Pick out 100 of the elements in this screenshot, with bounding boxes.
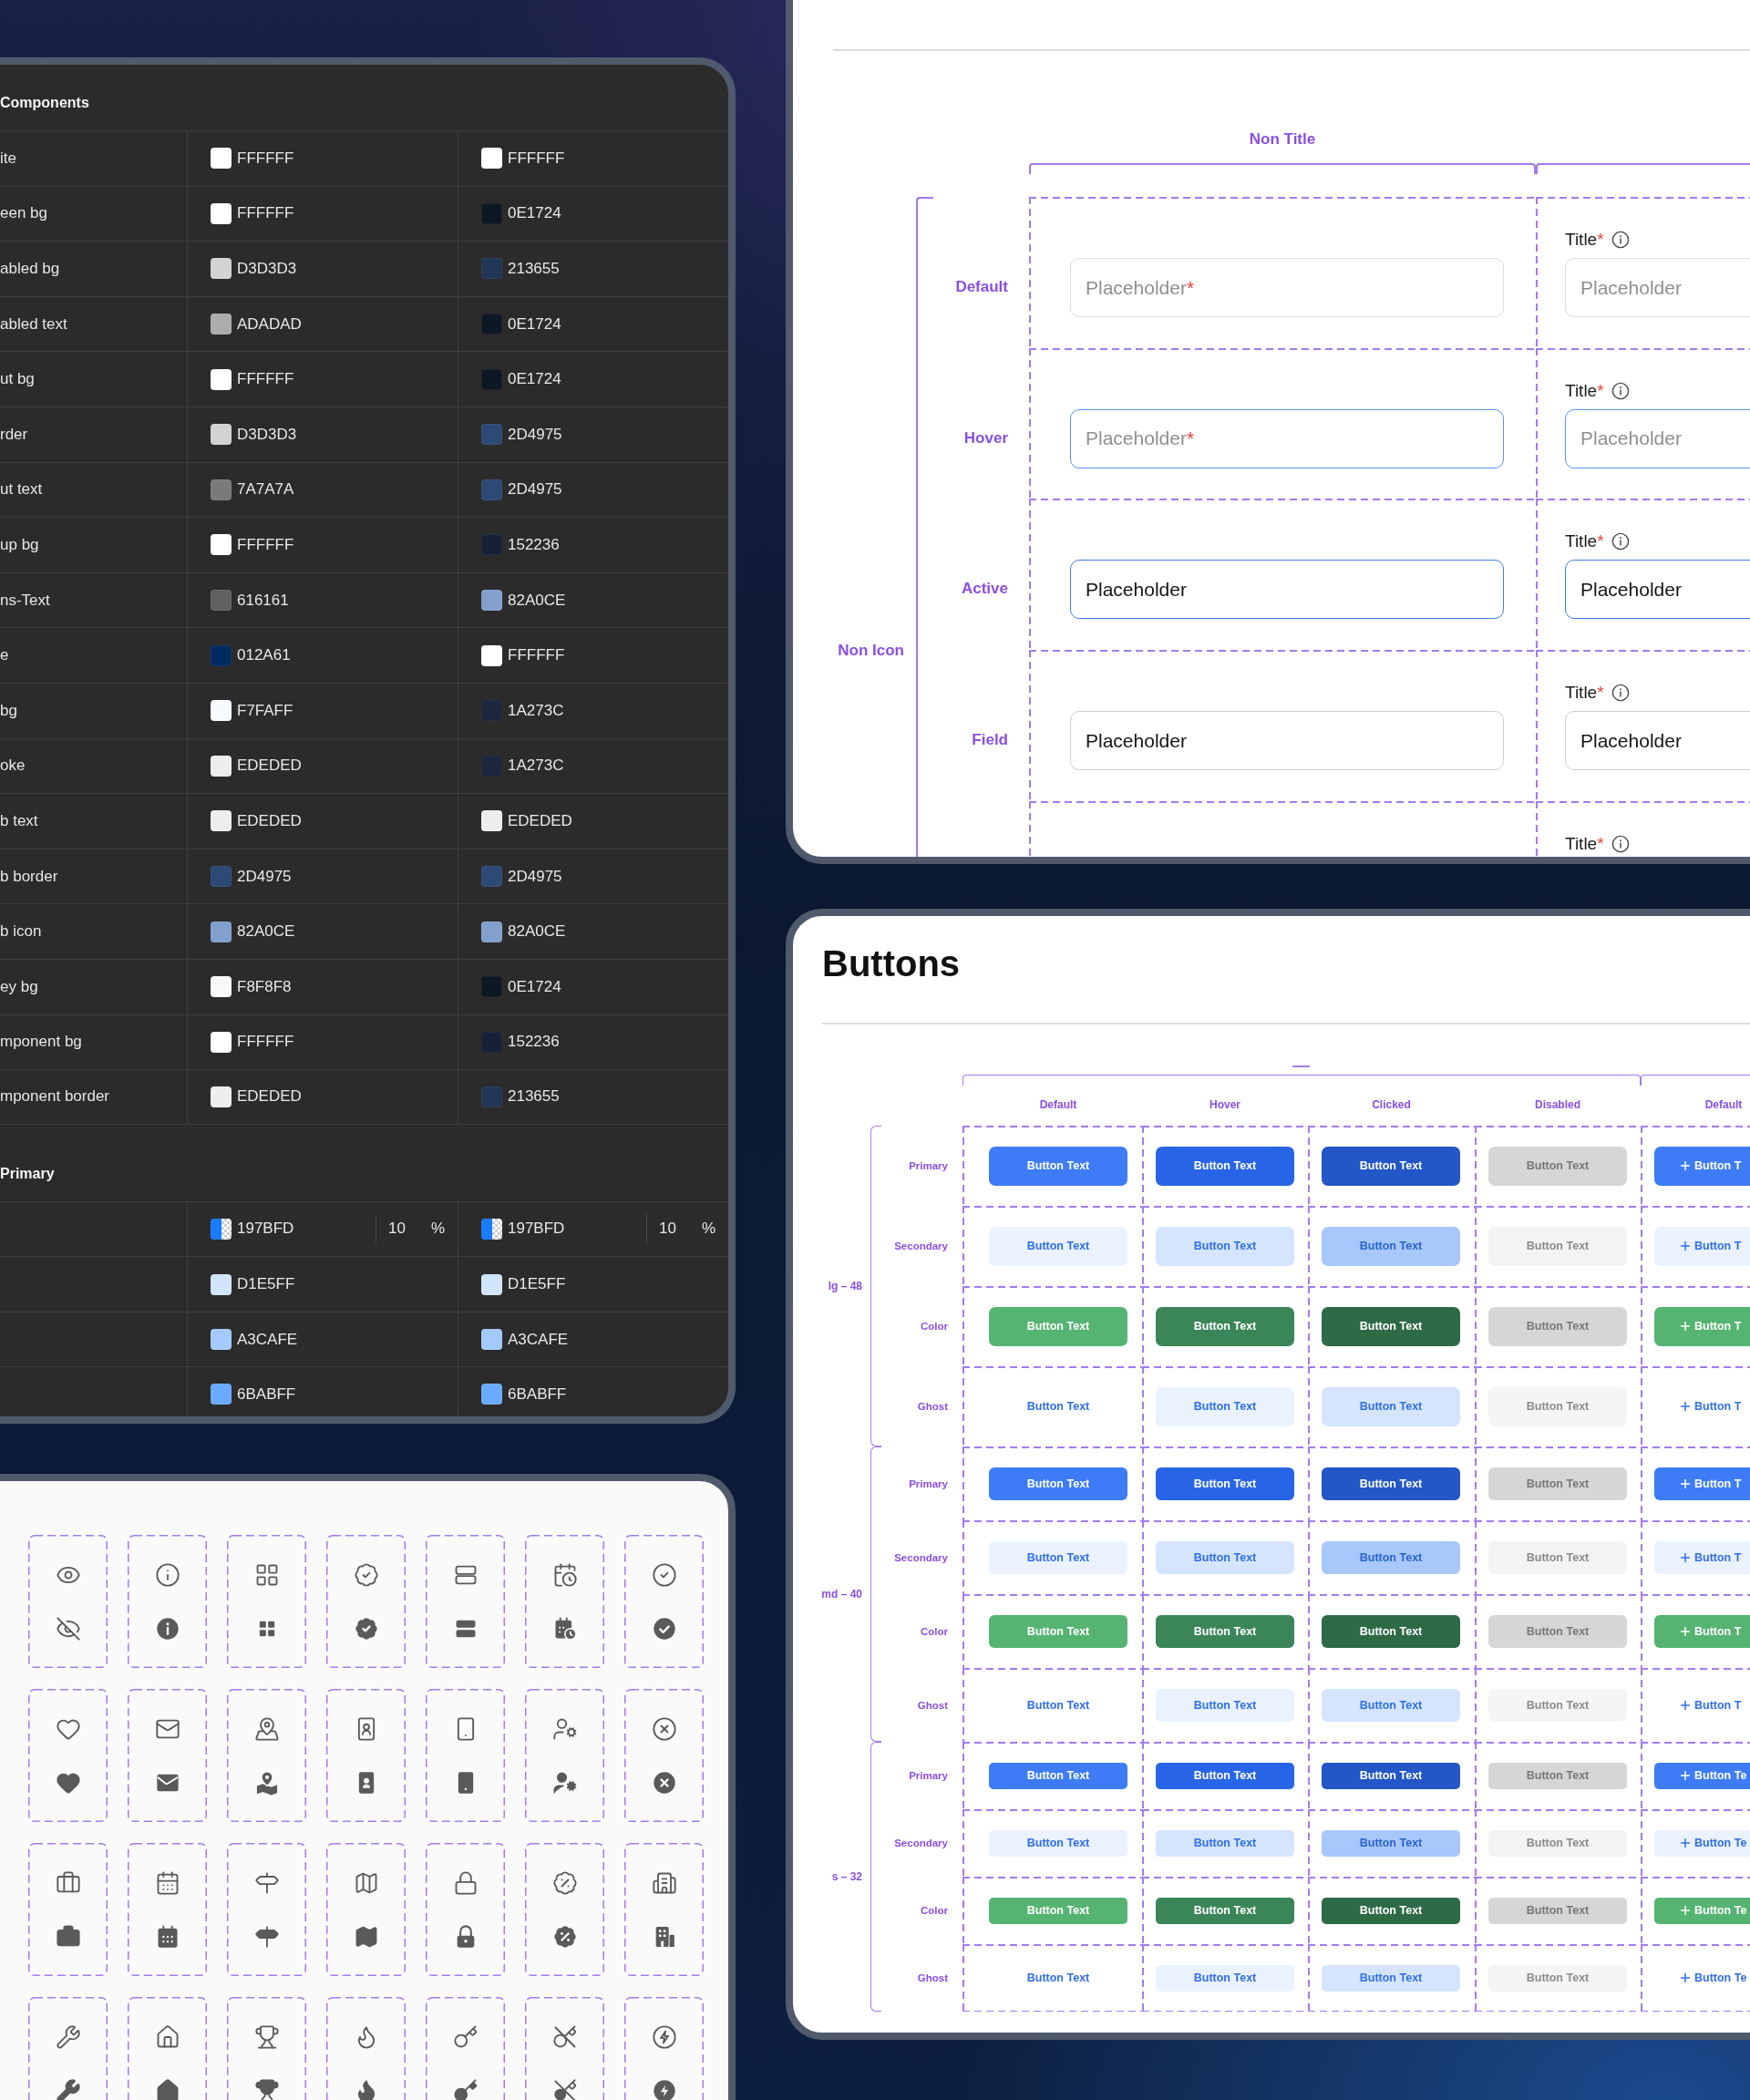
color-button[interactable]: Button Text — [1488, 1897, 1627, 1924]
secondary-button[interactable]: Button Text — [1488, 1829, 1627, 1857]
secondary-button[interactable]: Button Text — [1156, 1226, 1294, 1266]
badge-check-icon — [353, 1561, 379, 1588]
color-button[interactable]: Button Te — [1654, 1897, 1750, 1924]
secondary-button[interactable]: Button Text — [1322, 1226, 1460, 1266]
ghost-button[interactable]: Button Text — [989, 1386, 1127, 1426]
ghost-button[interactable]: Button Text — [1488, 1688, 1627, 1722]
hex-value: FFFFFF — [237, 535, 294, 554]
input-field[interactable]: Placeholder — [1565, 408, 1750, 468]
secondary-button[interactable]: Button Text — [989, 1540, 1127, 1574]
primary-button[interactable]: Button Text — [1322, 1762, 1460, 1789]
ghost-button[interactable]: Button T — [1654, 1386, 1750, 1426]
color-button[interactable]: Button Text — [989, 1306, 1127, 1346]
secondary-button[interactable]: Button Text — [989, 1829, 1127, 1857]
primary-button[interactable]: Button T — [1654, 1467, 1750, 1500]
hex-value: FFFFFF — [237, 370, 294, 389]
primary-button[interactable]: Button Text — [1488, 1146, 1627, 1186]
hex-value: FFFFFF — [237, 149, 294, 168]
primary-button[interactable]: Button Text — [989, 1146, 1127, 1186]
key-slash-icon — [551, 2023, 578, 2050]
primary-button[interactable]: Button Text — [989, 1467, 1127, 1500]
ghost-button[interactable]: Button Te — [1654, 1964, 1750, 1992]
info-icon[interactable] — [1611, 684, 1630, 703]
input-field[interactable]: Placeholder — [1070, 711, 1504, 771]
secondary-button[interactable]: Button Text — [1322, 1829, 1460, 1857]
primary-button[interactable]: Button Te — [1654, 1762, 1750, 1789]
ghost-button[interactable]: Button Text — [1322, 1964, 1460, 1992]
secondary-button[interactable]: Button Te — [1654, 1829, 1750, 1857]
info-icon[interactable] — [1611, 381, 1630, 400]
primary-button[interactable]: Button T — [1654, 1146, 1750, 1186]
color-button[interactable]: Button Text — [1322, 1897, 1460, 1924]
ghost-button[interactable]: Button Text — [1156, 1386, 1294, 1426]
color-button[interactable]: Button Text — [1488, 1306, 1627, 1346]
token-name: ut text — [0, 480, 43, 499]
badge-percent-filled-icon — [551, 1923, 578, 1950]
secondary-button[interactable]: Button Text — [1488, 1226, 1627, 1266]
hex-value: FFFFFF — [508, 149, 565, 168]
map-pin-icon — [253, 1715, 280, 1742]
input-field[interactable]: Placeholder — [1565, 711, 1750, 771]
input-field[interactable]: Placeholder — [1565, 258, 1750, 317]
secondary-button[interactable]: Button Text — [1156, 1829, 1294, 1857]
secondary-button[interactable]: Button T — [1654, 1540, 1750, 1574]
color-button[interactable]: Button Text — [989, 1614, 1127, 1648]
input-field[interactable]: Placeholder* — [1070, 258, 1504, 317]
primary-button[interactable]: Button Text — [1156, 1762, 1294, 1789]
check-circle-icon — [651, 1561, 677, 1588]
info-icon[interactable] — [1611, 834, 1630, 853]
color-button[interactable]: Button Text — [989, 1897, 1127, 1924]
primary-button[interactable]: Button Text — [1488, 1467, 1627, 1500]
check-circle-filled-icon — [651, 1615, 677, 1642]
ghost-button[interactable]: Button Text — [1322, 1386, 1460, 1426]
primary-button[interactable]: Button Text — [1156, 1146, 1294, 1186]
ghost-button[interactable]: Button Text — [1488, 1386, 1627, 1426]
hex-value: D1E5FF — [237, 1275, 295, 1294]
ghost-button[interactable]: Button T — [1654, 1688, 1750, 1722]
hex-value: 152236 — [508, 1033, 560, 1052]
ghost-button[interactable]: Button Text — [1156, 1964, 1294, 1992]
color-button[interactable]: Button Text — [1156, 1306, 1294, 1346]
info-icon[interactable] — [1611, 231, 1630, 249]
ghost-button[interactable]: Button Text — [989, 1688, 1127, 1722]
secondary-button[interactable]: Button Text — [1488, 1540, 1627, 1574]
group-label: Non Icon — [838, 642, 904, 660]
ghost-button[interactable]: Button Text — [1322, 1688, 1460, 1722]
secondary-button[interactable]: Button T — [1654, 1226, 1750, 1266]
token-name: bg — [0, 701, 17, 720]
hex-value: 6BABFF — [237, 1385, 296, 1404]
hex-value: F8F8F8 — [237, 977, 292, 996]
secondary-button[interactable]: Button Text — [989, 1226, 1127, 1266]
color-button[interactable]: Button Text — [1322, 1614, 1460, 1648]
hex-value: EDEDED — [237, 757, 302, 776]
color-button[interactable]: Button Text — [1488, 1614, 1627, 1648]
secondary-button[interactable]: Button Text — [1322, 1540, 1460, 1574]
primary-button[interactable]: Button Text — [1322, 1467, 1460, 1500]
section-title: Primary — [0, 1164, 55, 1183]
color-button[interactable]: Button Text — [1156, 1614, 1294, 1648]
input-field[interactable]: Placeholder — [1565, 560, 1750, 620]
primary-button[interactable]: Button Text — [989, 1762, 1127, 1789]
token-name: b border — [0, 867, 58, 886]
input-field[interactable]: Placeholder — [1070, 560, 1504, 620]
primary-button[interactable]: Button Text — [1156, 1467, 1294, 1500]
color-button[interactable]: Button T — [1654, 1306, 1750, 1346]
input-field[interactable]: Placeholder* — [1070, 408, 1504, 468]
hex-value: 012A61 — [237, 646, 291, 665]
unit-label: % — [430, 1220, 446, 1239]
secondary-button[interactable]: Button Text — [1156, 1540, 1294, 1574]
close-circle-icon — [651, 1715, 677, 1742]
row-label: Ghost — [917, 1698, 948, 1713]
info-icon[interactable] — [1611, 532, 1630, 551]
ghost-button[interactable]: Button Text — [989, 1964, 1127, 1992]
ghost-button[interactable]: Button Text — [1488, 1964, 1627, 1992]
ghost-button[interactable]: Button Text — [1156, 1688, 1294, 1722]
primary-button[interactable]: Button Text — [1322, 1146, 1460, 1186]
color-button[interactable]: Button T — [1654, 1614, 1750, 1648]
dash-mark — [1292, 1065, 1310, 1067]
hex-value: 0E1724 — [508, 370, 561, 389]
primary-button[interactable]: Button Text — [1488, 1762, 1627, 1789]
column-header: Hover — [1210, 1097, 1240, 1112]
color-button[interactable]: Button Text — [1322, 1306, 1460, 1346]
color-button[interactable]: Button Text — [1156, 1897, 1294, 1924]
